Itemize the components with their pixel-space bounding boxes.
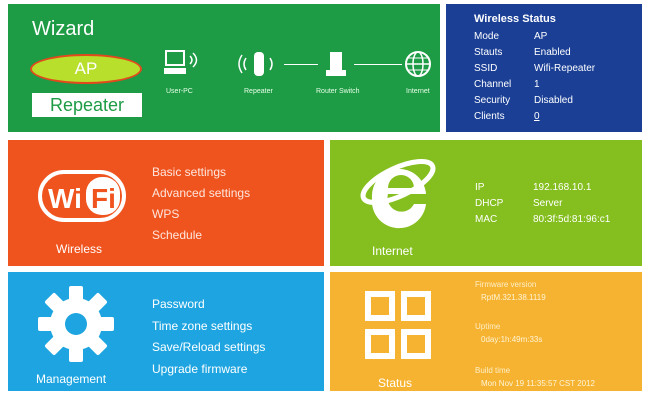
wireless-label: Wireless [56,242,103,256]
internet-tile[interactable]: Internet IP 192.168.10.1 DHCP Server MAC… [330,140,642,266]
menu-time-zone-settings[interactable]: Time zone settings [152,316,265,338]
firmware-value: RptM.321.38.1119 [481,293,546,302]
status-key: Stauts [474,47,503,58]
status-value: 1 [534,79,540,90]
wizard-title: Wizard [32,18,95,40]
firmware-block: Firmware version RptM.321.38.1119 [475,280,546,302]
svg-text:Wi: Wi [48,183,82,214]
status-row: Mode AP [474,31,547,42]
menu-upgrade-firmware[interactable]: Upgrade firmware [152,359,265,381]
uptime-key: Uptime [475,322,501,331]
router-icon [326,52,346,76]
gear-icon [38,286,114,362]
ap-mode-button[interactable]: AP [30,54,142,84]
status-tile[interactable]: Status Firmware version RptM.321.38.1119… [330,272,642,391]
menu-schedule[interactable]: Schedule [152,225,250,246]
status-key: SSID [474,63,498,74]
internet-value: 80:3f:5d:81:96:c1 [533,214,611,225]
repeater-label: Repeater [244,88,273,95]
status-row: Security Disabled [474,95,573,106]
internet-row: IP 192.168.10.1 [475,182,591,193]
uptime-block: Uptime 0day:1h:49m:33s [475,322,542,344]
status-value: Disabled [534,95,573,106]
clients-link[interactable]: 0 [534,111,540,122]
internet-key: IP [475,182,485,193]
repeater-icon [238,52,273,76]
status-value: Wifi-Repeater [534,63,596,74]
network-topology: User-PC Repeater Router Switch Internet [158,44,438,114]
globe-icon [405,51,431,77]
status-row: Stauts Enabled [474,47,571,58]
status-row: Clients 0 [474,111,540,122]
svg-text:Fi: Fi [91,183,116,214]
menu-password[interactable]: Password [152,294,265,316]
status-label: Status [378,376,413,390]
management-menu: Password Time zone settings Save/Reload … [152,294,265,380]
internet-explorer-icon [360,159,436,229]
status-row: SSID Wifi-Repeater [474,63,595,74]
router-label: Router Switch [316,88,360,95]
wireless-menu: Basic settings Advanced settings WPS Sch… [152,162,250,246]
build-value: Mon Nov 19 11:35:57 CST 2012 [481,379,595,388]
status-key: Security [474,95,511,106]
wizard-tile: Wizard AP Repeater User-PC Repeater Rout… [8,4,440,132]
internet-topology-label: Internet [406,88,430,95]
status-key: Mode [474,31,500,42]
status-windows-icon [365,291,431,359]
management-label: Management [36,372,107,386]
status-value: Enabled [534,47,571,58]
management-tile[interactable]: Management Password Time zone settings S… [8,272,324,391]
link-line [284,64,318,65]
build-block: Build time Mon Nov 19 11:35:57 CST 2012 [475,366,595,388]
internet-row: MAC 80:3f:5d:81:96:c1 [475,214,610,225]
status-value: AP [534,31,548,42]
wireless-tile[interactable]: Wi Fi Wireless Basic settings Advanced s… [8,140,324,266]
internet-value: 192.168.10.1 [533,182,592,193]
internet-key: DHCP [475,198,504,209]
user-pc-label: User-PC [166,88,193,95]
internet-label: Internet [372,244,413,258]
link-line [354,64,402,65]
menu-basic-settings[interactable]: Basic settings [152,162,250,183]
wireless-status-title: Wireless Status [474,13,556,25]
internet-row: DHCP Server [475,198,562,209]
status-row: Channel 1 [474,79,540,90]
menu-wps[interactable]: WPS [152,204,250,225]
menu-save-reload-settings[interactable]: Save/Reload settings [152,337,265,359]
repeater-mode-button[interactable]: Repeater [32,93,142,117]
internet-key: MAC [475,214,498,225]
status-key: Clients [474,111,505,122]
menu-advanced-settings[interactable]: Advanced settings [152,183,250,204]
wifi-logo-icon: Wi Fi [38,170,126,222]
wireless-status-tile: Wireless Status Mode AP Stauts Enabled S… [446,4,642,132]
status-key: Channel [474,79,512,90]
user-pc-icon [164,50,198,74]
internet-value: Server [533,198,563,209]
uptime-value: 0day:1h:49m:33s [481,335,543,344]
build-key: Build time [475,366,511,375]
firmware-key: Firmware version [475,280,537,289]
